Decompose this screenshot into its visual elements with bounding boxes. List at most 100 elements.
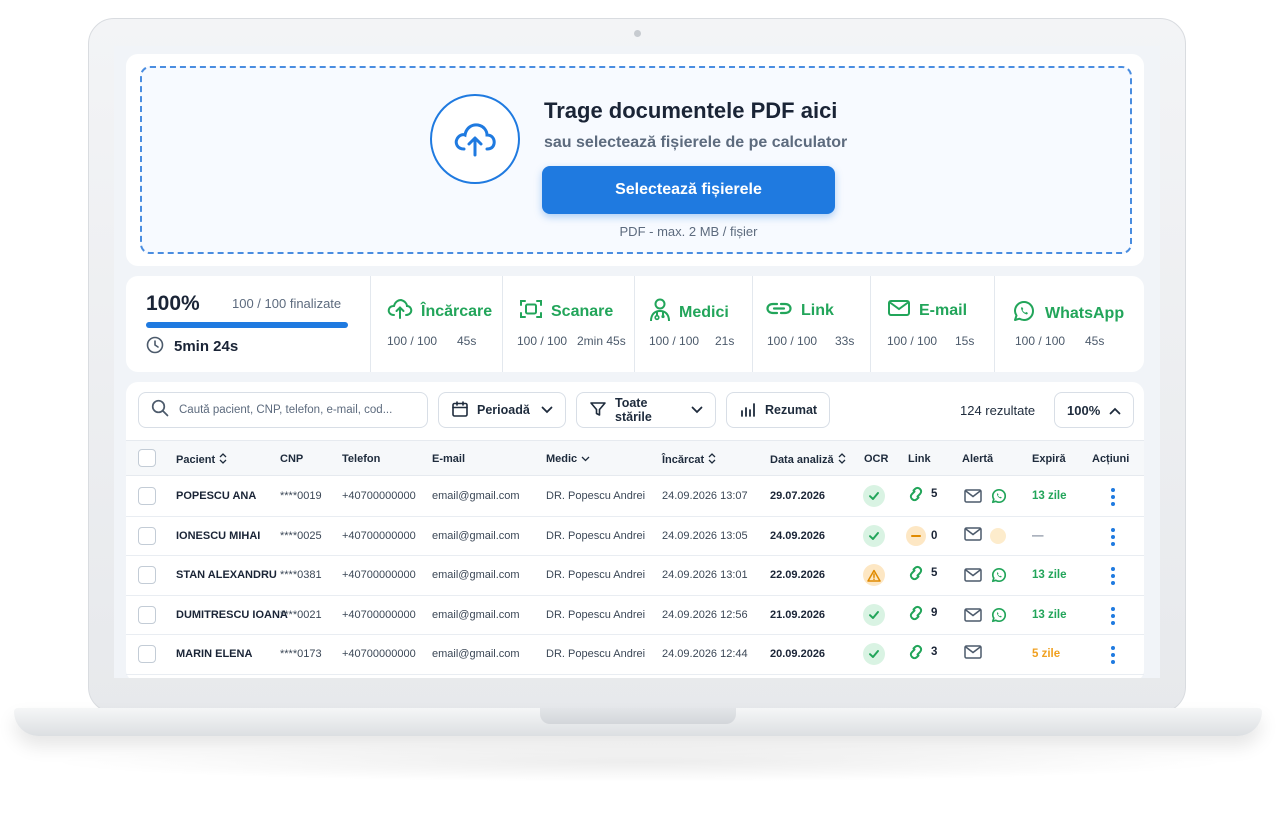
table-row[interactable]: MARIN ELENA ****0173 +40700000000 email@…	[126, 635, 1144, 675]
sort-icon	[838, 453, 846, 467]
row-actions-menu-icon[interactable]	[1108, 567, 1118, 585]
cnp-value: ****0021	[280, 608, 322, 621]
stage-count: 100 / 100	[387, 334, 438, 348]
stage-count: 100 / 100	[1015, 334, 1066, 348]
period-filter-button[interactable]: Perioadă	[438, 392, 566, 428]
col-analysis-date[interactable]: Data analiză	[770, 453, 846, 467]
doctor-value: DR. Popescu Andrei	[546, 529, 646, 542]
patient-name[interactable]: DUMITRESCU IOANA	[176, 609, 288, 621]
link-count: 5	[931, 567, 938, 579]
chevron-up-icon	[1109, 403, 1121, 418]
email-value: email@gmail.com	[432, 529, 520, 542]
select-all-checkbox[interactable]	[138, 449, 156, 467]
expires-value: 5 zile	[1032, 648, 1061, 660]
uploaded-value: 24.09.2026 12:56	[662, 608, 748, 621]
col-uploaded[interactable]: Încărcat	[662, 453, 716, 467]
expires-value: —	[1032, 529, 1044, 542]
uploaded-value: 24.09.2026 13:07	[662, 490, 748, 502]
col-patient-label: Pacient	[176, 454, 216, 466]
col-doctor[interactable]: Medic	[546, 453, 590, 465]
col-uploaded-label: Încărcat	[662, 454, 705, 466]
link-status[interactable]: 9	[906, 605, 937, 621]
uploaded-value: 24.09.2026 13:05	[662, 529, 748, 542]
patient-name[interactable]: STAN ALEXANDRU	[176, 569, 277, 581]
row-actions-menu-icon[interactable]	[1108, 527, 1118, 546]
link-status[interactable]: 5	[906, 565, 937, 581]
chevron-down-icon	[581, 453, 590, 465]
stage-name: E-mail	[919, 301, 968, 319]
mail-icon	[964, 607, 982, 627]
alert-channels	[964, 487, 1008, 510]
status-filter-button[interactable]: Toate stările	[576, 392, 716, 428]
row-actions-menu-icon[interactable]	[1108, 606, 1118, 625]
col-ocr: OCR	[864, 453, 889, 465]
email-value: email@gmail.com	[432, 490, 520, 502]
doctor-value: DR. Popescu Andrei	[546, 608, 646, 621]
link-icon	[906, 486, 926, 502]
link-icon	[906, 605, 926, 621]
stage-time: 33s	[835, 334, 855, 348]
link-status[interactable]: 3	[906, 644, 937, 660]
search-box[interactable]	[138, 392, 428, 428]
chevron-down-icon	[541, 403, 553, 417]
stage-time: 21s	[715, 334, 735, 348]
select-files-button[interactable]: Selectează fișierele	[542, 166, 835, 214]
expires-value: 13 zile	[1032, 608, 1067, 621]
mail-icon	[964, 645, 982, 664]
col-expires: Expiră	[1032, 453, 1066, 465]
row-actions-menu-icon[interactable]	[1108, 646, 1118, 664]
row-checkbox[interactable]	[138, 645, 156, 663]
zoom-select[interactable]: 100%	[1054, 392, 1134, 428]
link-icon	[765, 298, 793, 323]
doctor-value: DR. Popescu Andrei	[546, 490, 646, 502]
mail-icon	[964, 489, 982, 508]
link-icon	[906, 565, 926, 581]
analysis-date-value: 21.09.2026	[770, 608, 826, 621]
expires-value: 13 zile	[1032, 490, 1067, 502]
upload-card: Trage documentele PDF aici sau selecteaz…	[126, 54, 1144, 266]
link-status[interactable]: 0	[906, 525, 938, 546]
search-input[interactable]	[179, 404, 409, 416]
col-phone: Telefon	[342, 453, 381, 465]
stage-doctors: Medici 100 / 100 21s	[634, 276, 752, 372]
patient-name[interactable]: MARIN ELENA	[176, 648, 252, 660]
col-link: Link	[908, 453, 931, 465]
app-screen: Trage documentele PDF aici sau selecteaz…	[114, 46, 1160, 678]
phone-value: +40700000000	[342, 569, 416, 581]
row-actions-menu-icon[interactable]	[1108, 488, 1118, 506]
link-status[interactable]: 5	[906, 486, 937, 502]
summary-label: Rezumat	[765, 403, 818, 417]
link-count: 0	[931, 529, 938, 542]
row-checkbox[interactable]	[138, 566, 156, 584]
stage-link: Link 100 / 100 33s	[752, 276, 870, 372]
patient-name[interactable]: POPESCU ANA	[176, 490, 256, 502]
patients-table-card: Perioadă Toate stările Rezumat 124 rezul…	[126, 382, 1144, 678]
sort-icon	[219, 453, 227, 467]
table-row[interactable]: DUMITRESCU IOANA ****0021 +40700000000 e…	[126, 596, 1144, 635]
row-checkbox[interactable]	[138, 526, 156, 545]
table-row[interactable]: STAN ALEXANDRU ****0381 +40700000000 ema…	[126, 556, 1144, 596]
upload-icon	[387, 298, 413, 325]
col-patient[interactable]: Pacient	[176, 453, 227, 467]
stage-name: Încărcare	[421, 302, 493, 320]
uploaded-value: 24.09.2026 12:44	[662, 648, 748, 660]
pdf-dropzone[interactable]: Trage documentele PDF aici sau selecteaz…	[140, 66, 1132, 254]
summary-button[interactable]: Rezumat	[726, 392, 830, 428]
row-checkbox[interactable]	[138, 487, 156, 505]
ocr-ok-icon	[863, 603, 885, 626]
analysis-date-value: 24.09.2026	[770, 529, 826, 542]
cnp-value: ****0025	[280, 529, 322, 542]
patient-name[interactable]: IONESCU MIHAI	[176, 530, 260, 542]
table-row[interactable]: IONESCU MIHAI ****0025 +40700000000 emai…	[126, 517, 1144, 556]
chevron-down-icon	[691, 403, 703, 417]
zoom-value: 100%	[1067, 402, 1101, 418]
search-icon	[151, 399, 169, 422]
upload-limit-note: PDF - max. 2 MB / fișier	[619, 224, 758, 239]
table-row[interactable]: POPESCU ANA ****0019 +40700000000 email@…	[126, 477, 1144, 517]
stage-name: WhatsApp	[1045, 304, 1125, 322]
stage-scan: Scanare 100 / 100 2min 45s	[502, 276, 634, 372]
col-analysis-date-label: Data analiză	[770, 454, 834, 466]
upload-subtitle: sau selectează fișierele de pe calculato…	[544, 134, 848, 151]
row-checkbox[interactable]	[138, 605, 156, 624]
email-value: email@gmail.com	[432, 608, 520, 621]
